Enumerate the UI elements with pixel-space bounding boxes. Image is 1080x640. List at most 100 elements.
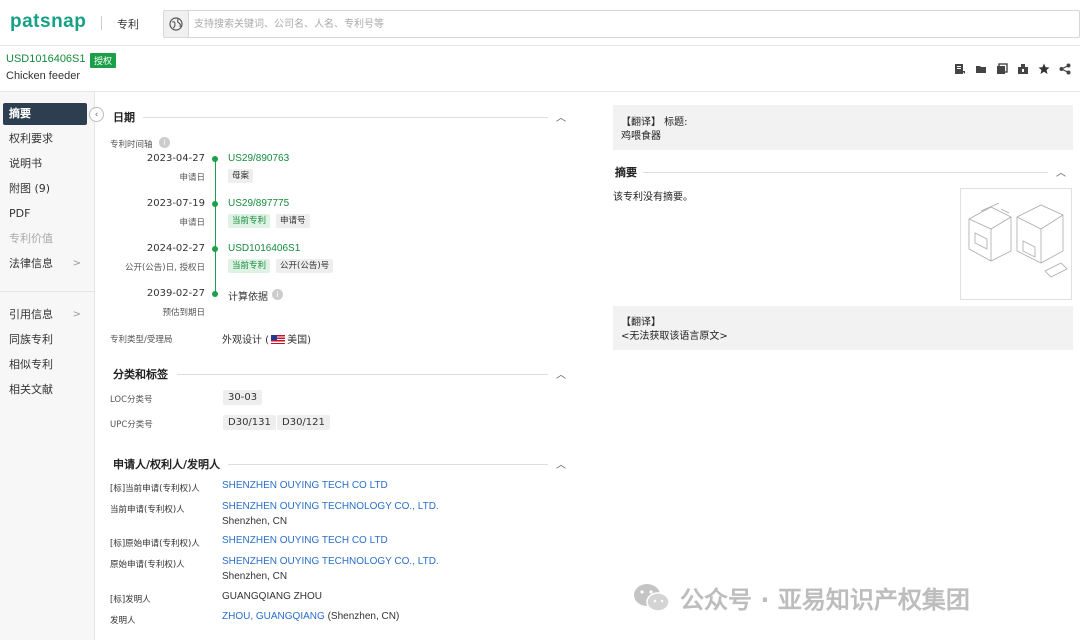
- upc-label: UPC分类号: [110, 420, 153, 430]
- watermark: 公众号 · 亚易知识产权集团: [632, 580, 970, 615]
- tag-pub-no: 公开(公告)号: [276, 259, 334, 273]
- patent-type-text: 外观设计 (: [222, 335, 270, 346]
- globe-icon[interactable]: [164, 11, 189, 37]
- sidebar-item-label: 法律信息: [9, 257, 53, 270]
- timeline-dot: [212, 246, 218, 252]
- patent-title: Chicken feeder: [6, 70, 80, 82]
- timeline-date: 2024-02-27: [146, 243, 205, 254]
- section-divider: [228, 464, 548, 465]
- party-label: [标]发明人: [110, 595, 151, 605]
- nav-patent-link[interactable]: 专利: [117, 16, 139, 32]
- collapse-caret-icon[interactable]: ︿: [556, 366, 566, 381]
- party-label: [标]当前申请(专利权)人: [110, 484, 200, 494]
- share-box-icon[interactable]: [1016, 62, 1030, 76]
- collapse-caret-icon[interactable]: ︿: [1056, 164, 1066, 179]
- application-link[interactable]: US29/890763: [228, 153, 289, 164]
- translated-abstract: <无法获取该语言原文>: [621, 331, 728, 342]
- section-divider: [143, 117, 548, 118]
- inventor-row: ZHOU, GUANGQIANG (Shenzhen, CN): [222, 611, 399, 622]
- party-link[interactable]: SHENZHEN OUYING TECH CO LTD: [222, 480, 388, 491]
- party-label: [标]原始申请(专利权)人: [110, 539, 200, 549]
- timeline-sub: 公开(公告)日, 授权日: [124, 263, 205, 273]
- translated-title: 鸡喂食器: [621, 131, 661, 142]
- sidebar-item-label: 专利价值: [9, 232, 53, 245]
- chevron-right-icon: >: [72, 258, 81, 269]
- sidebar-item-label: 相关文献: [9, 383, 53, 396]
- translate-label: 【翻译】: [621, 317, 661, 328]
- top-bar: patsnap 专利: [0, 0, 1080, 46]
- patent-type-value: 外观设计 ( 美国): [222, 331, 311, 346]
- inventor-location: (Shenzhen, CN): [324, 611, 400, 622]
- party-location: Shenzhen, CN: [222, 516, 288, 527]
- info-icon[interactable]: i: [159, 137, 170, 148]
- chevron-right-icon: >: [72, 309, 81, 320]
- us-flag-icon: [271, 335, 286, 344]
- export-icon[interactable]: [953, 62, 967, 76]
- star-icon[interactable]: [1037, 62, 1051, 76]
- sidebar-item-similar[interactable]: 相似专利: [3, 354, 87, 376]
- share-icon[interactable]: [1058, 62, 1072, 76]
- collapse-caret-icon[interactable]: ︿: [556, 456, 566, 471]
- section-divider: [177, 374, 548, 375]
- timeline-dot: [212, 291, 218, 297]
- sidebar: 摘要 权利要求 说明书 附图 (9) PDF 专利价值 法律信息 > 引用信息 > …: [0, 92, 95, 640]
- party-label: 当前申请(专利权)人: [110, 505, 185, 515]
- folder-icon[interactable]: [974, 62, 988, 76]
- sidebar-item-legal[interactable]: 法律信息 >: [3, 253, 87, 275]
- section-title-parties: 申请人/权利人/发明人: [113, 458, 221, 471]
- timeline-line: [215, 161, 216, 295]
- sidebar-item-literature[interactable]: 相关文献: [3, 379, 87, 401]
- collapse-sidebar-button[interactable]: ‹: [89, 107, 104, 122]
- tag-current: 当前专利: [228, 214, 271, 228]
- sidebar-item-pdf[interactable]: PDF: [3, 203, 87, 225]
- timeline-sub: 申请日: [179, 173, 205, 183]
- patent-type-label: 专利类型/受理局: [110, 335, 173, 345]
- tag-current: 当前专利: [228, 259, 271, 273]
- sidebar-item-citations[interactable]: 引用信息 >: [3, 304, 87, 326]
- tag-app-no: 申请号: [276, 214, 310, 228]
- collapse-caret-icon[interactable]: ︿: [556, 109, 566, 124]
- section-title-abstract: 摘要: [615, 166, 637, 179]
- drawing-thumbnail[interactable]: [960, 188, 1072, 300]
- search-input[interactable]: [194, 15, 1054, 33]
- sidebar-item-label: 同族专利: [9, 333, 53, 346]
- party-link[interactable]: SHENZHEN OUYING TECH CO LTD: [222, 535, 388, 546]
- party-location: Shenzhen, CN: [222, 571, 288, 582]
- sidebar-item-value: 专利价值: [3, 228, 87, 250]
- wechat-icon: [632, 582, 672, 614]
- sidebar-item-label: 附图 (9): [9, 182, 51, 195]
- translated-title-panel: 【翻译】 标题: 鸡喂食器: [613, 105, 1073, 150]
- watermark-text: 公众号 · 亚易知识产权集团: [680, 586, 970, 614]
- loc-label: LOC分类号: [110, 395, 153, 405]
- sidebar-item-abstract[interactable]: 摘要: [3, 103, 87, 125]
- upc-code[interactable]: D30/131: [223, 415, 276, 430]
- sidebar-item-family[interactable]: 同族专利: [3, 329, 87, 351]
- application-link[interactable]: US29/897775: [228, 198, 289, 209]
- patsnap-logo[interactable]: patsnap: [10, 11, 86, 33]
- party-link[interactable]: SHENZHEN OUYING TECHNOLOGY CO., LTD.: [222, 501, 439, 512]
- info-icon[interactable]: i: [272, 289, 283, 300]
- timeline-date: 2023-07-19: [146, 198, 205, 209]
- upc-code[interactable]: D30/121: [277, 415, 330, 430]
- copy-icon[interactable]: [995, 62, 1009, 76]
- sidebar-item-label: 相似专利: [9, 358, 53, 371]
- timeline-date: 2023-04-27: [146, 153, 205, 164]
- timeline-sub: 预估到期日: [162, 308, 205, 318]
- sidebar-item-claims[interactable]: 权利要求: [3, 128, 87, 150]
- abstract-text: 该专利没有摘要。: [613, 192, 693, 203]
- sidebar-item-description[interactable]: 说明书: [3, 153, 87, 175]
- timeline-label: 专利时间轴: [110, 140, 153, 150]
- patent-number: USD1016406S1: [6, 53, 86, 65]
- calculation-basis[interactable]: 计算依据: [228, 288, 268, 303]
- loc-code[interactable]: 30-03: [223, 390, 263, 405]
- office-text: 美国): [287, 335, 311, 346]
- publication-link[interactable]: USD1016406S1: [228, 243, 300, 254]
- tag-parent: 母案: [228, 169, 254, 183]
- translated-abstract-panel: 【翻译】 <无法获取该语言原文>: [613, 306, 1073, 350]
- sidebar-item-label: 引用信息: [9, 308, 53, 321]
- sidebar-item-drawings[interactable]: 附图 (9): [3, 178, 87, 200]
- party-link[interactable]: SHENZHEN OUYING TECHNOLOGY CO., LTD.: [222, 556, 439, 567]
- inventor-name: GUANGQIANG ZHOU: [222, 591, 323, 602]
- inventor-link[interactable]: ZHOU, GUANGQIANG: [222, 611, 325, 622]
- sidebar-item-label: 权利要求: [9, 132, 53, 145]
